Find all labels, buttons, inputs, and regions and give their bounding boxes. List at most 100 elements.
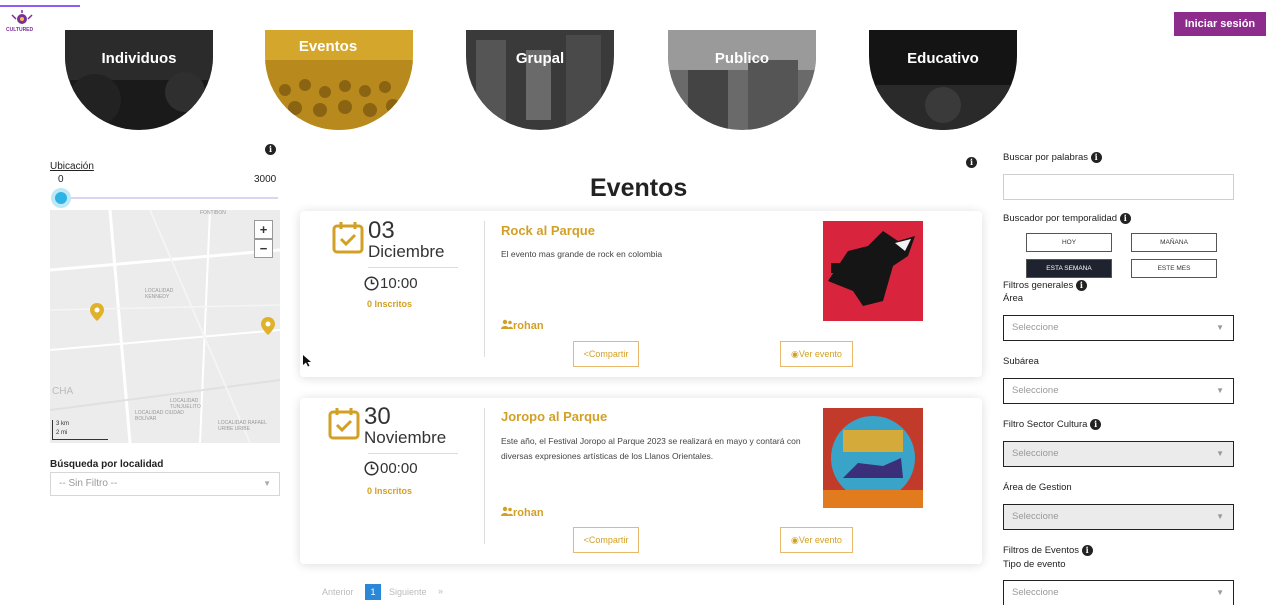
event-day: 03 [368,217,395,244]
event-inscritos: 0 Inscritos [367,299,413,309]
chevron-down-icon: ▼ [1216,323,1224,332]
calendar-check-icon [328,408,360,440]
card-separator [484,221,485,357]
view-event-button[interactable]: ◉Ver evento [780,527,853,553]
share-button[interactable]: <Compartir [573,527,639,553]
event-month: Noviembre [364,428,447,447]
event-description: Este año, el Festival Joropo al Parque 2… [501,436,801,461]
distance-slider-handle[interactable] [51,188,71,208]
location-info-icon[interactable]: i [265,144,276,155]
temporal-este-mes-button[interactable]: ESTE MES [1131,259,1217,278]
event-author: rohan [513,320,544,332]
view-event-button[interactable]: ◉Ver evento [780,341,853,367]
mouse-cursor-icon [303,355,311,367]
locality-select-value: -- Sin Filtro -- [59,478,118,489]
gestion-select-value: Seleccione [1012,511,1059,522]
area-select-value: Seleccione [1012,322,1059,333]
map-zoom-out-button[interactable]: − [254,239,273,258]
area-select[interactable]: Seleccione ▼ [1003,315,1234,341]
category-individuos[interactable]: Individuos [65,30,213,130]
chevron-down-icon: ▼ [263,479,271,488]
event-month: Diciembre [368,242,445,261]
locality-label: Búsqueda por localidad [50,459,164,470]
sector-info-icon[interactable]: i [1090,419,1102,430]
category-grupal[interactable]: Grupal [466,30,614,130]
category-publico-image [668,30,816,130]
map-label: LOCALIDAD TUNJUELITO [170,398,201,410]
users-icon [501,319,513,329]
share-button[interactable]: <Compartir [573,341,639,367]
divider [368,267,458,268]
event-card: 03 Diciembre 10:00 0 Inscritos Rock al P… [300,211,982,377]
locality-select[interactable]: -- Sin Filtro -- ▼ [50,472,280,496]
view-event-button-label: Ver evento [798,349,842,359]
category-individuos-image [65,30,213,130]
subarea-label: Subárea [1003,356,1039,367]
event-time: 10:00 [380,275,418,292]
temporal-hoy-button[interactable]: HOY [1026,233,1112,252]
card-separator [484,408,485,544]
subarea-select[interactable]: Seleccione ▼ [1003,378,1234,404]
general-filters-info-icon[interactable]: i [1075,280,1087,291]
category-educativo[interactable]: Educativo [869,30,1017,130]
event-title[interactable]: Rock al Parque [501,223,595,238]
category-grupal-image [466,30,614,130]
event-day: 30 [364,403,391,430]
location-label: Ubicación [50,161,94,172]
pagination-prev[interactable]: Anterior [322,587,354,597]
distance-slider-track[interactable] [62,197,278,199]
sector-label: Filtro Sector Cultura i [1003,419,1102,430]
logo-icon [11,10,33,24]
eye-icon: ◉ [791,535,799,545]
map-scale-mi: 2 mi [56,430,68,436]
temporal-info-icon[interactable]: i [1119,213,1131,224]
login-button[interactable]: Iniciar sesión [1174,12,1266,36]
event-description: El evento mas grande de rock en colombia [501,249,663,259]
event-type-select-value: Seleccione [1012,587,1059,598]
eye-icon: ◉ [791,349,799,359]
gestion-label: Área de Gestion [1003,482,1072,493]
subarea-select-value: Seleccione [1012,385,1059,396]
map[interactable]: FONTIBÓN LOCALIDAD KENNEDY LOCALIDAD TUN… [50,210,280,443]
temporal-manana-button[interactable]: MAÑANA [1131,233,1217,252]
general-filters-label: Filtros generales i [1003,280,1087,291]
area-label: Área [1003,293,1024,304]
view-event-button-label: Ver evento [798,535,842,545]
logo[interactable]: CULTURED [4,10,40,38]
event-filters-info-icon[interactable]: i [1081,545,1093,556]
sector-select[interactable]: Seleccione ▼ [1003,441,1234,467]
event-type-select[interactable]: Seleccione ▼ [1003,580,1234,605]
pagination-next[interactable]: Siguiente [389,587,427,597]
category-publico[interactable]: Publico [668,30,816,130]
event-filters-label: Filtros de Eventos i [1003,545,1093,556]
category-label: Grupal [515,50,565,67]
gestion-select[interactable]: Seleccione ▼ [1003,504,1234,530]
range-max: 3000 [254,174,277,185]
event-poster-image[interactable] [823,408,923,508]
pagination-next-arrow[interactable]: » [438,586,443,596]
events-info-icon[interactable]: i [966,157,977,168]
event-time: 00:00 [380,460,418,477]
category-eventos[interactable]: Eventos [265,30,413,130]
map-pin-icon[interactable] [90,303,104,321]
map-pin-icon[interactable] [261,317,275,335]
map-label: FONTIBÓN [200,210,226,216]
event-poster-image[interactable] [823,221,923,321]
map-label: LOCALIDAD KENNEDY [145,288,174,300]
map-label: LOCALIDAD RAFAEL URIBE URIBE [218,420,267,432]
search-label: Buscar por palabras i [1003,152,1102,163]
search-info-icon[interactable]: i [1090,152,1102,163]
map-label: CHA [52,386,74,397]
logo-text: CULTURED [6,27,34,33]
sector-select-value: Seleccione [1012,448,1059,459]
range-min: 0 [58,174,64,185]
map-label: LOCALIDAD CIUDAD BOLÍVAR [135,410,184,422]
temporal-esta-semana-button[interactable]: ESTA SEMANA [1026,259,1112,278]
category-label: Publico [714,50,770,67]
event-title[interactable]: Joropo al Parque [501,409,607,424]
category-label: Individuos [101,50,177,67]
search-input[interactable] [1003,174,1234,200]
pagination-current[interactable]: 1 [365,584,381,600]
page-title: Eventos [590,174,688,202]
map-zoom-in-button[interactable]: + [254,220,273,239]
